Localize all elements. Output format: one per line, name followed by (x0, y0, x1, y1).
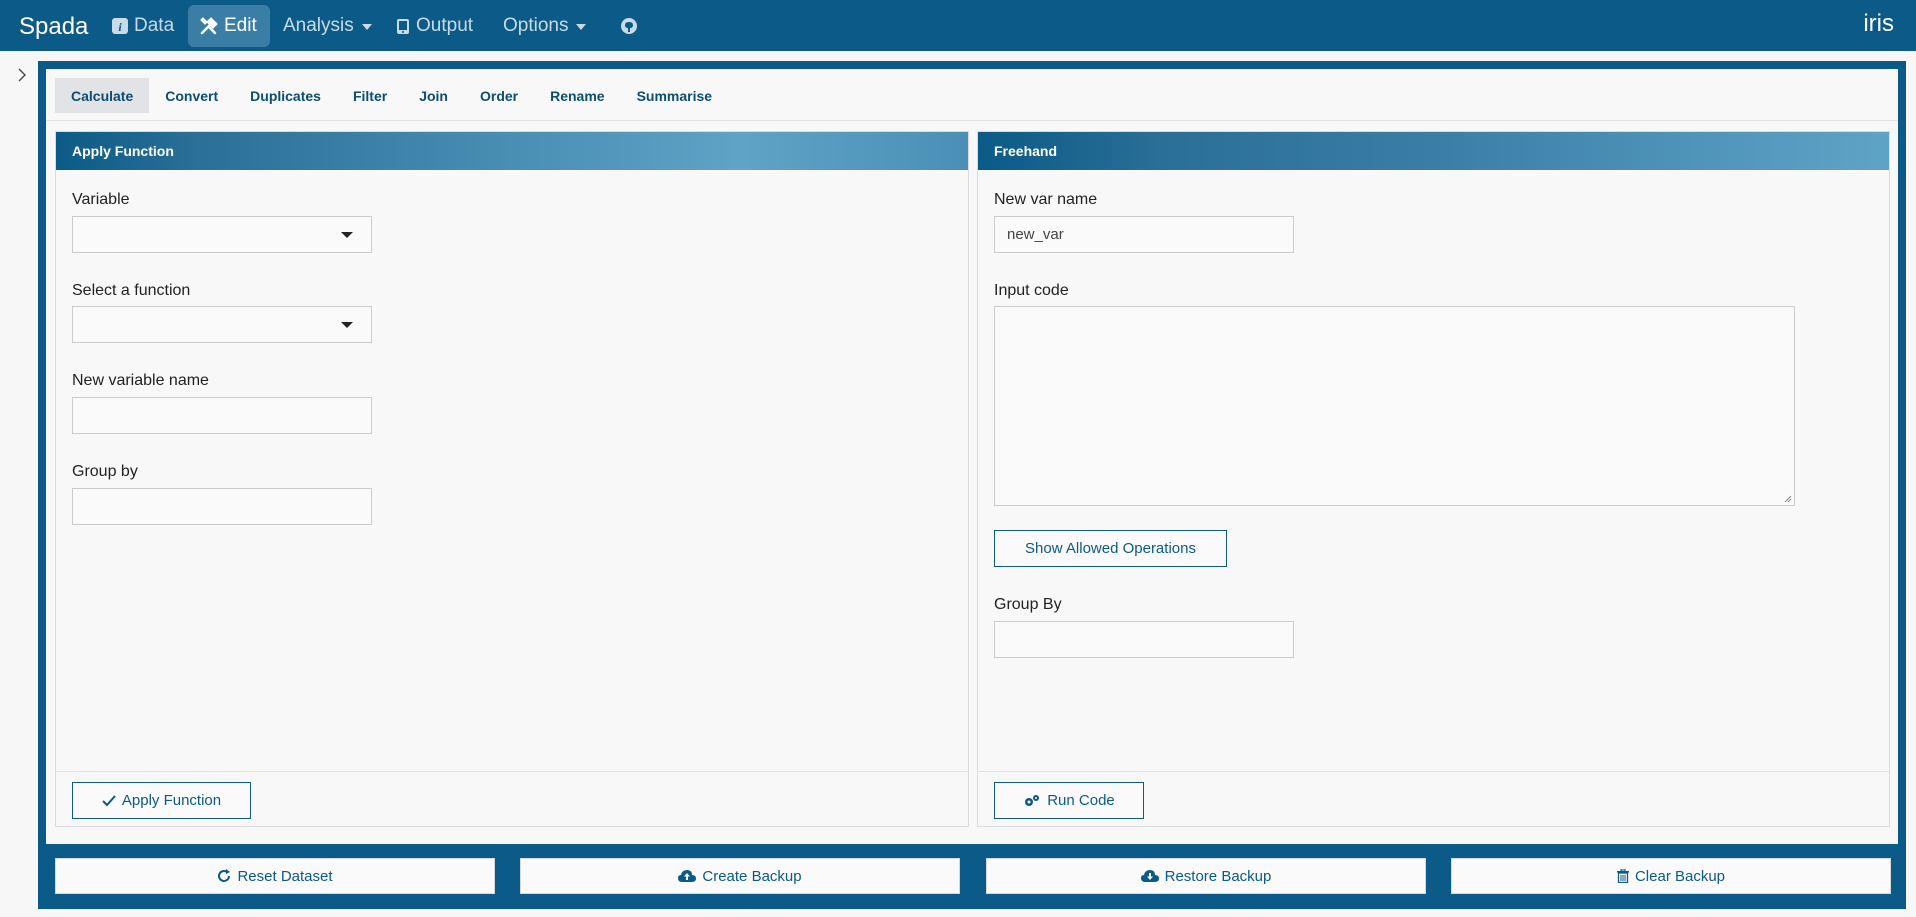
nav-edit[interactable]: Edit (188, 5, 270, 47)
nav-edit-label: Edit (224, 15, 257, 36)
group-by-label: Group by (72, 463, 138, 480)
nav-options[interactable]: Options (491, 5, 598, 47)
resize-handle-icon[interactable] (1784, 495, 1792, 503)
cloud-upload-icon (678, 869, 697, 883)
show-allowed-operations-button[interactable]: Show Allowed Operations (994, 530, 1227, 567)
reset-dataset-button[interactable]: Reset Dataset (55, 858, 495, 894)
nav-output-label: Output (416, 15, 474, 36)
input-code-label: Input code (994, 282, 1069, 299)
tab-join[interactable]: Join (403, 78, 464, 113)
tab-convert[interactable]: Convert (149, 78, 234, 113)
info-icon: i (112, 18, 128, 34)
input-code-textarea[interactable] (994, 306, 1795, 506)
refresh-icon (217, 869, 231, 883)
function-select[interactable] (72, 306, 372, 343)
cloud-download-icon (1140, 869, 1159, 883)
function-label: Select a function (72, 282, 191, 299)
nav-analysis[interactable]: Analysis (271, 5, 384, 47)
apply-function-button[interactable]: Apply Function (72, 782, 251, 819)
sidebar-toggle[interactable] (15, 68, 29, 82)
tab-order[interactable]: Order (464, 78, 534, 113)
group-by-label: Group By (994, 596, 1062, 613)
clear-backup-button[interactable]: Clear Backup (1451, 858, 1891, 894)
nav-data-label: Data (134, 15, 175, 36)
nav-output[interactable]: Output (384, 5, 485, 47)
panel-header: Apply Function (56, 132, 968, 170)
tab-duplicates[interactable]: Duplicates (234, 78, 337, 113)
nav-analysis-label: Analysis (283, 15, 354, 36)
panel-header: Freehand (978, 132, 1889, 170)
tab-divider (46, 120, 1898, 121)
app-brand[interactable]: Spada (19, 13, 88, 41)
tab-summarise[interactable]: Summarise (621, 78, 728, 113)
chevron-down-icon (361, 24, 372, 30)
top-navbar: Spada i Data Edit Analysis Output Option… (0, 0, 1916, 51)
edit-tabs: Calculate Convert Duplicates Filter Join… (55, 78, 728, 113)
variable-label: Variable (72, 191, 130, 208)
tab-rename[interactable]: Rename (534, 78, 620, 113)
run-code-button[interactable]: Run Code (994, 782, 1144, 819)
chevron-down-icon (341, 232, 353, 238)
tab-filter[interactable]: Filter (337, 78, 403, 113)
new-variable-label: New variable name (72, 372, 209, 389)
check-icon (102, 794, 116, 807)
nav-options-label: Options (503, 15, 569, 36)
chevron-right-icon (18, 68, 26, 82)
tablet-icon (396, 18, 410, 35)
group-by-input[interactable] (72, 488, 372, 525)
new-var-name-label: New var name (994, 191, 1098, 208)
trash-icon (1616, 869, 1629, 883)
dataset-name: iris (1863, 10, 1894, 37)
variable-select[interactable] (72, 216, 372, 253)
panel-title: Freehand (994, 143, 1058, 159)
nav-data[interactable]: i Data (100, 5, 186, 47)
restore-backup-button[interactable]: Restore Backup (986, 858, 1426, 894)
nav-github[interactable] (608, 5, 656, 47)
github-icon (620, 17, 638, 35)
freehand-group-by-input[interactable] (994, 621, 1294, 658)
new-variable-input[interactable] (72, 397, 372, 434)
tab-calculate[interactable]: Calculate (55, 78, 150, 113)
chevron-down-icon (341, 322, 353, 328)
panel-title: Apply Function (72, 143, 174, 159)
gears-icon (1023, 794, 1041, 808)
chevron-down-icon (576, 24, 587, 30)
new-var-name-input[interactable]: new_var (994, 216, 1294, 253)
tools-icon (200, 17, 218, 35)
create-backup-button[interactable]: Create Backup (520, 858, 960, 894)
